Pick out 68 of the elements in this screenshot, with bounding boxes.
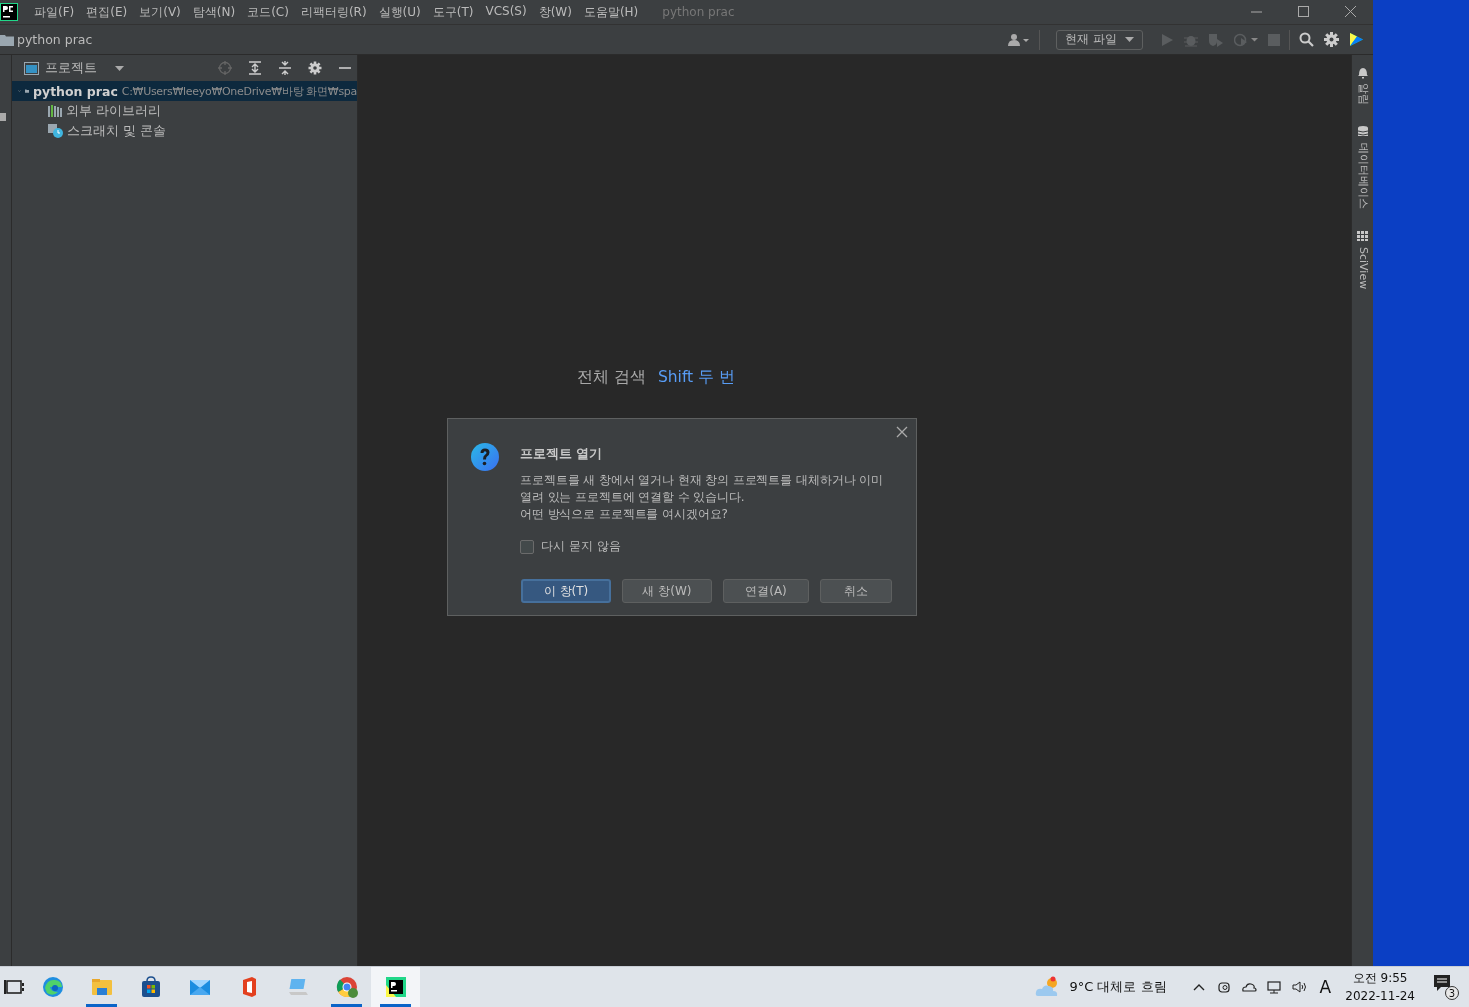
- user-icon[interactable]: [1008, 32, 1031, 47]
- menu-item[interactable]: 실행(U): [372, 3, 427, 21]
- path-label: C:₩Users₩leeyo₩OneDrive₩바탕 화면₩spa: [121, 83, 357, 99]
- weather-text[interactable]: 9°C 대체로 흐림: [1069, 978, 1167, 996]
- tree-label: 스크래치 및 콘솔: [67, 122, 166, 140]
- taskbar-button[interactable]: [371, 967, 420, 1007]
- scratch-clock-icon: [48, 124, 63, 138]
- pycharm-logo-icon: [383, 975, 408, 999]
- menu-item[interactable]: VCS(S): [479, 3, 533, 21]
- dialog-title: 프로젝트 열기: [520, 446, 604, 463]
- tool-window-tab[interactable]: SciView: [1355, 247, 1370, 290]
- menu-item[interactable]: 편집(E): [80, 3, 134, 21]
- tool-window-tab[interactable]: 알림: [1355, 83, 1370, 105]
- menu-item[interactable]: 도구(T): [426, 3, 480, 21]
- notification-badge: 3: [1445, 986, 1459, 1000]
- network-icon[interactable]: [1265, 979, 1282, 995]
- message-text: 어떤 방식으로 프로젝트를 여시겠어요?: [520, 506, 729, 523]
- camera-icon[interactable]: [1215, 979, 1232, 995]
- folder-icon: [0, 33, 14, 46]
- tool-window-tab[interactable]: 데이터베이스: [1355, 143, 1370, 209]
- dialog-button[interactable]: 이 창(T): [521, 579, 611, 603]
- caret-icon: [115, 65, 124, 71]
- pycharm-logo-icon[interactable]: [0, 3, 18, 21]
- question-icon: [470, 442, 500, 472]
- dialog-button[interactable]: 연결(A): [723, 579, 809, 603]
- triangle-logo-icon[interactable]: [1349, 32, 1364, 47]
- menu-item[interactable]: 파일(F): [28, 3, 81, 21]
- menu-item[interactable]: 보기(V): [133, 3, 187, 21]
- menu-item[interactable]: 창(W): [532, 3, 578, 21]
- menu-item[interactable]: 코드(C): [241, 3, 295, 21]
- checkbox[interactable]: [520, 539, 534, 554]
- tree-label: python prac: [33, 83, 118, 99]
- settings-icon[interactable]: [308, 61, 322, 75]
- panel-icon: [24, 61, 39, 75]
- run-config-dropdown[interactable]: 현재 파일: [1056, 29, 1143, 50]
- message-text: 프로젝트를 새 창에서 열거나 현재 창의 프로젝트를 대체하거나 이미: [520, 472, 884, 489]
- message-icon[interactable]: [1433, 974, 1451, 992]
- input-mode-indicator[interactable]: A: [1319, 977, 1332, 997]
- caret-icon: [1125, 37, 1134, 42]
- speaker-icon[interactable]: [1290, 979, 1307, 995]
- checkbox-label[interactable]: 다시 묻지 않음: [541, 538, 621, 555]
- collapse-all-icon[interactable]: [278, 61, 292, 75]
- tree-row[interactable]: python prac C:₩Users₩leeyo₩OneDrive₩바탕 화면₩spa: [12, 81, 357, 101]
- tree-label: 외부 라이브러리: [66, 102, 161, 120]
- window-title: python prac: [662, 5, 735, 19]
- close-icon[interactable]: [896, 426, 908, 438]
- clock[interactable]: 오전 9:55 2022-11-24: [1345, 969, 1415, 1005]
- message-text: 열려 있는 프로젝트에 연결할 수 있습니다.: [520, 489, 746, 506]
- menu-item[interactable]: 도움말(H): [577, 3, 645, 21]
- dialog-button[interactable]: 취소: [820, 579, 892, 603]
- grid-icon: [1355, 229, 1370, 243]
- panel-title-dropdown[interactable]: 프로젝트: [45, 59, 124, 77]
- menu-item[interactable]: 리팩터링(R): [294, 3, 373, 21]
- tree-row[interactable]: 외부 라이브러리: [12, 101, 357, 121]
- swirl-icon: [40, 975, 65, 999]
- shortcut-text: Shift 두 번: [657, 367, 736, 388]
- dialog-button[interactable]: 새 창(W): [622, 579, 712, 603]
- menu-item[interactable]: 탐색(N): [186, 3, 242, 21]
- library-icon: [48, 105, 62, 117]
- hint-action: 전체 검색: [577, 367, 646, 388]
- chrome-icon: [334, 975, 359, 999]
- database-icon: [1355, 125, 1370, 139]
- clock-play-icon[interactable]: [1234, 32, 1258, 47]
- tree-row[interactable]: 스크래치 및 콘솔: [12, 121, 357, 141]
- search-icon[interactable]: [1299, 32, 1314, 47]
- breadcrumb[interactable]: python prac: [17, 32, 93, 47]
- expand-all-icon[interactable]: [248, 61, 262, 75]
- settings-icon[interactable]: [1324, 32, 1339, 47]
